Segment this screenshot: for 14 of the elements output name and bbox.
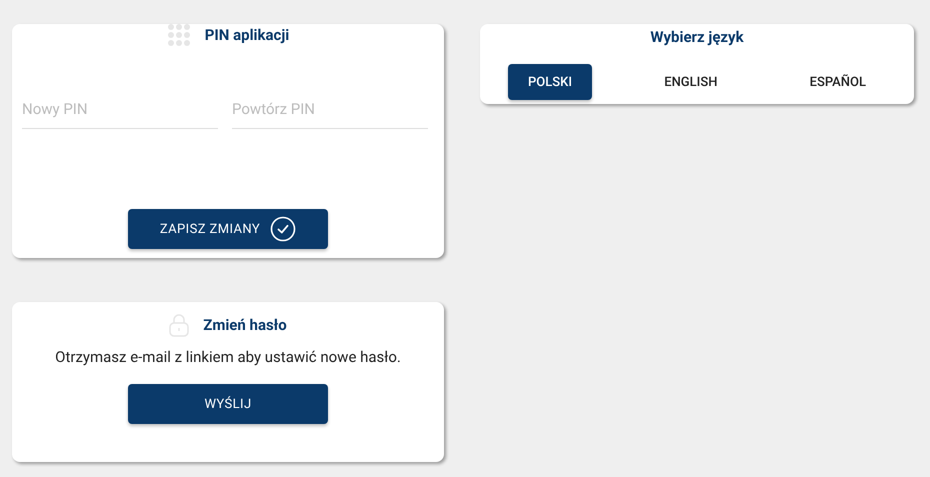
language-option[interactable]: POLSKI <box>508 64 592 100</box>
check-circle-icon <box>270 216 296 242</box>
keypad-icon <box>166 23 191 47</box>
language-option[interactable]: ENGLISH <box>644 64 738 100</box>
send-button[interactable]: WYŚLIJ <box>128 384 328 424</box>
language-option[interactable]: ESPAÑOL <box>790 64 886 100</box>
pin-field[interactable]: Nowy PIN <box>22 94 218 129</box>
info-text: Otrzymasz e-mail z linkiem aby ustawić nowe hasło. <box>55 348 401 366</box>
card-title: PIN aplikacji <box>204 26 290 44</box>
card-title: Zmień hasło <box>203 316 287 334</box>
card-title: Wybierz język <box>650 28 744 46</box>
pin-field[interactable]: Powtórz PIN <box>232 94 428 129</box>
save-button[interactable]: ZAPISZ ZMIANY <box>128 209 328 249</box>
padlock-icon <box>169 313 190 337</box>
